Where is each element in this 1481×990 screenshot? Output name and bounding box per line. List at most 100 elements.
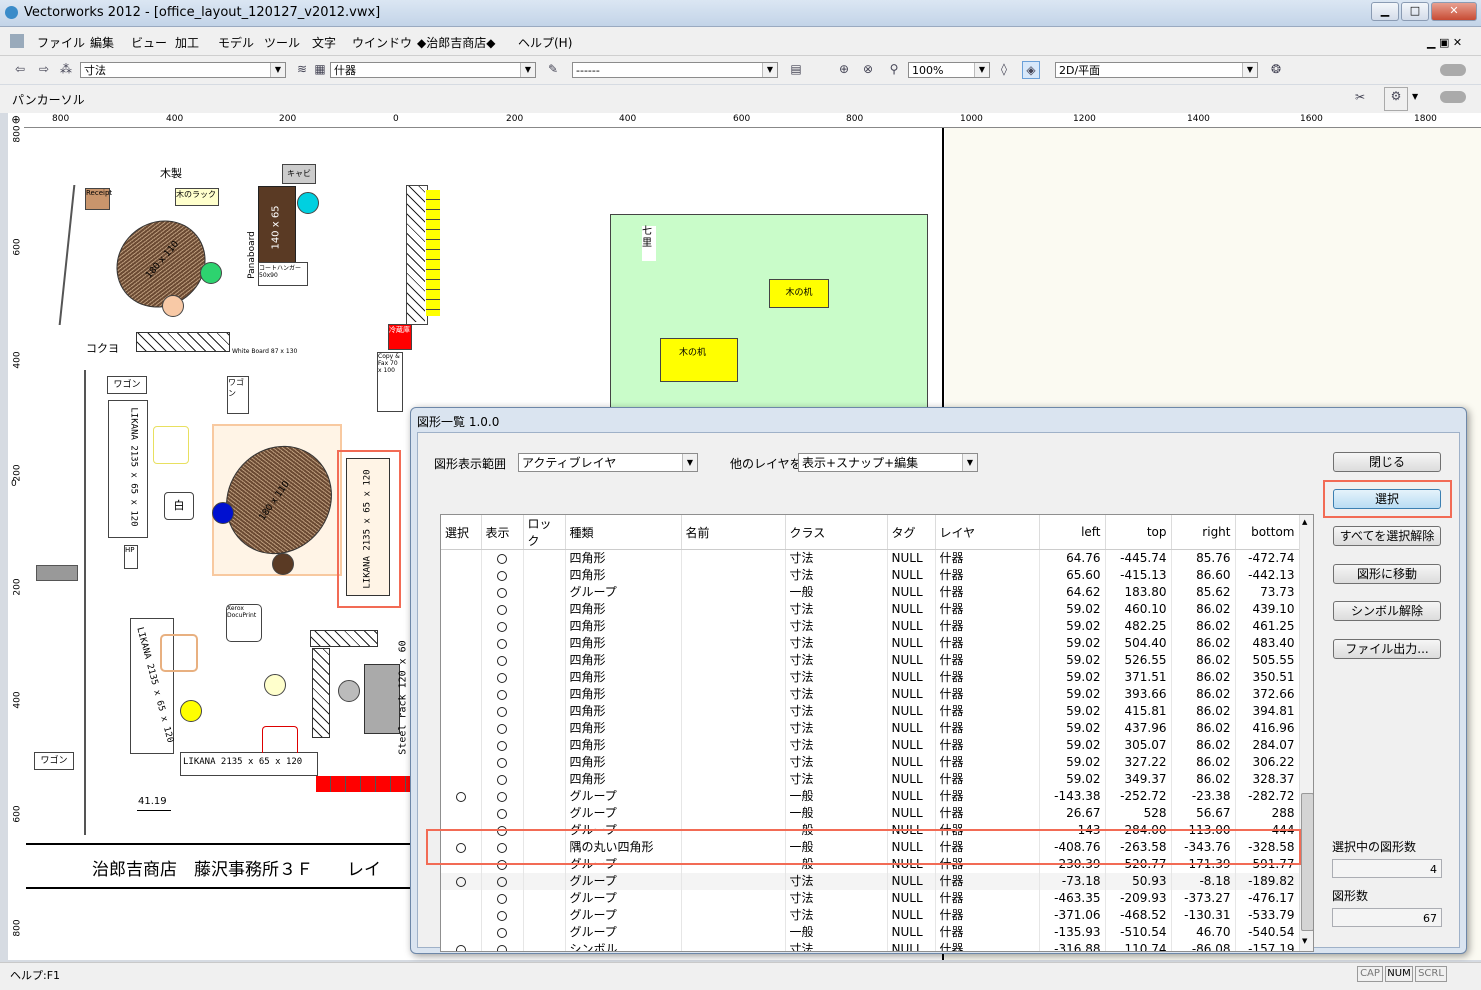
stool-yellow[interactable] <box>180 700 202 722</box>
col-class[interactable]: クラス <box>785 515 888 550</box>
visible-toggle[interactable]: ○ <box>481 618 524 635</box>
table-row[interactable]: ○ 四角形 寸法NULL什器65.60-415.1386.60-442.13 <box>441 567 1300 584</box>
steel-rack[interactable] <box>364 664 400 734</box>
cell-lock[interactable] <box>523 584 566 601</box>
table-row[interactable]: ○ 四角形 寸法NULL什器59.02415.8186.02394.81 <box>441 703 1300 720</box>
stool-grey[interactable] <box>338 680 360 702</box>
cell-lock[interactable] <box>523 924 566 941</box>
hatched-cabinet[interactable] <box>310 630 378 647</box>
coat-hanger[interactable]: コートハンガー 50x90 <box>258 262 308 286</box>
table-row[interactable]: ○ グループ 一般NULL什器-135.93-510.5446.70-540.54 <box>441 924 1300 941</box>
visible-toggle[interactable]: ○ <box>481 907 524 924</box>
yellow-shelf[interactable] <box>426 190 440 316</box>
cell-lock[interactable] <box>523 549 566 567</box>
scope-select[interactable]: アクティブレイヤ ▼ <box>518 453 698 472</box>
circle-icon[interactable]: ○ <box>497 723 507 734</box>
cell-lock[interactable] <box>523 703 566 720</box>
select-toggle[interactable] <box>441 618 482 635</box>
circle-icon[interactable]: ○ <box>497 808 507 819</box>
circle-icon[interactable]: ○ <box>497 757 507 768</box>
stool-cyan[interactable] <box>297 192 319 214</box>
settings-gear-icon[interactable]: ⚙ <box>1384 87 1408 111</box>
select-toggle[interactable] <box>441 652 482 669</box>
select-toggle[interactable] <box>441 924 482 941</box>
visible-toggle[interactable]: ○ <box>481 941 524 951</box>
circle-icon[interactable]: ○ <box>497 774 507 785</box>
visible-toggle[interactable]: ○ <box>481 890 524 907</box>
circle-icon[interactable]: ○ <box>497 638 507 649</box>
table-row[interactable]: ○ 四角形 寸法NULL什器59.02349.3786.02328.37 <box>441 771 1300 788</box>
visible-toggle[interactable]: ○ <box>481 703 524 720</box>
visible-toggle[interactable]: ○ <box>481 737 524 754</box>
cell-lock[interactable] <box>523 788 566 805</box>
xerox-printer[interactable]: Xerox DocuPrint <box>226 604 262 642</box>
render-icon[interactable]: ❂ <box>1268 61 1284 77</box>
visible-toggle[interactable]: ○ <box>481 754 524 771</box>
select-toggle[interactable]: ○ <box>441 941 482 951</box>
menu-help[interactable]: ヘルプ(H) <box>518 34 572 51</box>
visible-toggle[interactable]: ○ <box>481 771 524 788</box>
circle-icon[interactable]: ○ <box>455 791 466 802</box>
close-window-button[interactable]: ✕ <box>1431 2 1477 21</box>
hp-box[interactable]: HP <box>124 545 138 569</box>
cell-lock[interactable] <box>523 652 566 669</box>
goto-shape-button[interactable]: 図形に移動 <box>1333 564 1441 584</box>
visible-toggle[interactable]: ○ <box>481 669 524 686</box>
wood-rack[interactable]: 木のラック <box>175 188 219 206</box>
circle-icon[interactable]: ○ <box>497 604 507 615</box>
select-toggle[interactable]: ○ <box>441 873 482 890</box>
circle-icon[interactable]: ○ <box>497 672 507 683</box>
circle-icon[interactable]: ○ <box>497 706 507 717</box>
cell-lock[interactable] <box>523 754 566 771</box>
table-row[interactable]: ○ ○ グループ 寸法NULL什器-73.1850.93-8.18-189.82 <box>441 873 1300 890</box>
mdi-controls[interactable]: ▁ ▣ ✕ <box>1427 36 1462 49</box>
menu-tools[interactable]: ツール <box>264 34 300 51</box>
stool-green[interactable] <box>200 262 222 284</box>
circle-icon[interactable]: ○ <box>497 570 507 581</box>
circle-icon[interactable]: ○ <box>455 944 466 951</box>
kokuyo-cabinet[interactable] <box>136 332 230 352</box>
visible-toggle[interactable]: ○ <box>481 686 524 703</box>
table-row[interactable]: ○ 四角形 寸法NULL什器59.02327.2286.02306.22 <box>441 754 1300 771</box>
shape-table[interactable]: 選択 表示 ロック 種類 名前 クラス タグ レイヤ left top righ… <box>440 514 1314 952</box>
class-select[interactable]: 寸法 ▼ <box>80 62 286 78</box>
cell-lock[interactable] <box>523 941 566 951</box>
circle-icon[interactable]: ○ <box>497 553 507 564</box>
table-row[interactable]: ○ グループ 一般NULL什器64.62183.8085.6273.73 <box>441 584 1300 601</box>
select-toggle[interactable] <box>441 805 482 822</box>
circle-icon[interactable]: ○ <box>497 791 507 802</box>
cell-lock[interactable] <box>523 890 566 907</box>
view-select[interactable]: 2D/平面 ▼ <box>1055 62 1258 78</box>
menu-window[interactable]: ウインドウ <box>352 34 412 51</box>
col-right[interactable]: right <box>1171 515 1236 550</box>
col-type[interactable]: 種類 <box>565 515 682 550</box>
table-row[interactable]: ○ グループ 寸法NULL什器-371.06-468.52-130.31-533.7… <box>441 907 1300 924</box>
cell-lock[interactable] <box>523 737 566 754</box>
table-row[interactable]: ○ グループ 寸法NULL什器-463.35-209.93-373.27-476.1… <box>441 890 1300 907</box>
forward-icon[interactable]: ⇨ <box>36 61 52 77</box>
select-toggle[interactable] <box>441 907 482 924</box>
wood-desk-b[interactable]: 木の机 <box>660 338 738 382</box>
receipt-box[interactable]: Receipt <box>85 188 112 210</box>
select-toggle[interactable] <box>441 584 482 601</box>
grey-box[interactable] <box>36 565 78 581</box>
menu-view[interactable]: ビュー <box>131 34 167 51</box>
visible-toggle[interactable]: ○ <box>481 567 524 584</box>
menu-model[interactable]: モデル <box>218 34 254 51</box>
table-row[interactable]: ○ ○ シンボル 寸法NULL什器-316.88110.74-86.08-157.19 <box>441 941 1300 951</box>
table-row[interactable]: ○ ○ グループ 一般NULL什器-143.38-252.72-23.38-282.7… <box>441 788 1300 805</box>
other-layers-select[interactable]: 表示+スナップ+編集 ▼ <box>798 453 978 472</box>
stool-blue[interactable] <box>212 502 234 524</box>
minimize-button[interactable]: ▁ <box>1371 2 1399 21</box>
circle-icon[interactable]: ○ <box>497 927 507 938</box>
layer-icon[interactable]: ≋ <box>294 61 310 77</box>
layer-options-icon[interactable]: ▦ <box>312 61 328 77</box>
white-stool[interactable]: 白 <box>164 492 194 520</box>
cell-lock[interactable] <box>523 601 566 618</box>
stool-brown[interactable] <box>272 553 294 575</box>
select-toggle[interactable] <box>441 601 482 618</box>
tool-preference-icon[interactable]: ✂ <box>1352 89 1368 105</box>
circle-icon[interactable]: ○ <box>497 655 507 666</box>
visible-toggle[interactable]: ○ <box>481 873 524 890</box>
wood-desk-a[interactable]: 木の机 <box>769 279 829 308</box>
